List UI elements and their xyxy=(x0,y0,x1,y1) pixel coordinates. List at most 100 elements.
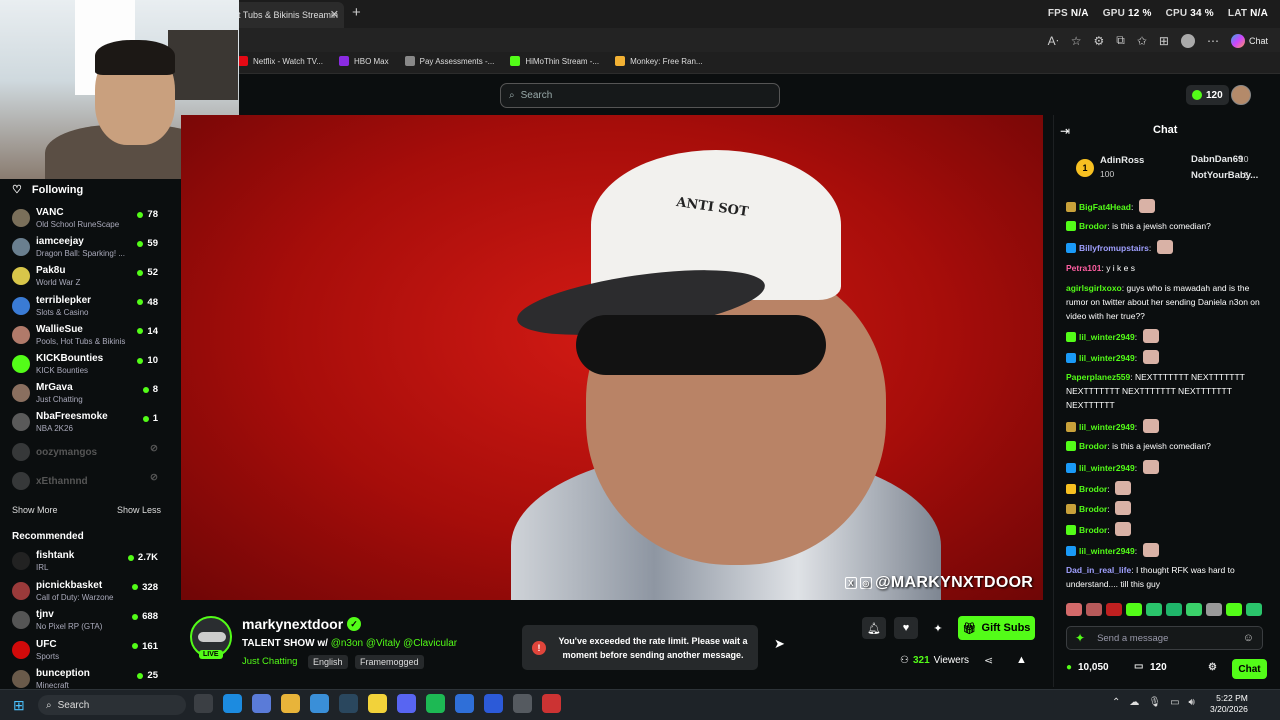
copilot-chat-button[interactable]: Chat xyxy=(1230,33,1268,48)
store-icon[interactable] xyxy=(310,694,329,713)
sidebar-channel[interactable]: tjnv No Pixel RP (GTA) 688 xyxy=(12,609,162,637)
report-icon[interactable]: ▲ xyxy=(1016,654,1027,666)
chat-username[interactable]: Brodor xyxy=(1079,221,1107,231)
show-less-button[interactable]: Show Less xyxy=(117,505,161,515)
sidebar-channel[interactable]: WallieSue Pools, Hot Tubs & Bikinis 14 xyxy=(12,324,162,352)
discord-icon[interactable] xyxy=(397,694,416,713)
notification-bell-button[interactable]: 🔔︎ xyxy=(862,617,886,639)
gift-subs-button[interactable]: 🎁︎ Gift Subs xyxy=(958,616,1035,640)
close-tab-icon[interactable]: ✕ xyxy=(330,8,339,21)
emote-icon[interactable] xyxy=(1186,603,1202,616)
chat-username[interactable]: Dad_in_real_life xyxy=(1066,565,1131,575)
category-link[interactable]: Just Chatting xyxy=(242,656,297,667)
follow-button[interactable]: ♥ xyxy=(894,617,918,639)
sidebar-channel[interactable]: oozymangos ⊘ xyxy=(12,441,162,469)
chat-username[interactable]: agirlsgirlxoxo xyxy=(1066,283,1122,293)
extensions-icon[interactable]: ⚙ xyxy=(1094,34,1105,48)
task-view-icon[interactable] xyxy=(194,694,213,713)
browser-tab[interactable]: t Tubs & Bikinis Streamin ✕ xyxy=(232,2,344,28)
bookmark-item[interactable]: Pay Assessments -... xyxy=(404,56,494,66)
chat-username[interactable]: lil_winter2949 xyxy=(1079,332,1135,342)
steam-icon[interactable] xyxy=(339,694,358,713)
sidebar-channel[interactable]: terriblepker Slots & Casino 48 xyxy=(12,295,162,323)
chat-username[interactable]: Billyfromupstairs xyxy=(1079,243,1149,253)
sidebar-channel[interactable]: Pak8u World War Z 52 xyxy=(12,265,162,293)
read-aloud-icon[interactable]: Aᐧ xyxy=(1048,34,1059,48)
sidebar-channel[interactable]: xEthannnd ⊘ xyxy=(12,470,162,498)
sidebar-channel[interactable]: UFC Sports 161 xyxy=(12,639,162,667)
chat-username[interactable]: Paperplanez559 xyxy=(1066,372,1130,382)
chat-username[interactable]: Brodor xyxy=(1079,525,1107,535)
stream-title-mentions[interactable]: @n3on @Vitaly @Clavicular xyxy=(331,638,457,649)
streamer-name[interactable]: markynextdoor xyxy=(242,616,343,632)
favorite-icon[interactable]: ☆ xyxy=(1071,34,1082,48)
bookmark-item[interactable]: HiMoThin Stream -... xyxy=(510,56,599,66)
show-more-button[interactable]: Show More xyxy=(12,505,58,515)
chat-username[interactable]: Brodor xyxy=(1079,441,1107,451)
file-explorer-icon[interactable] xyxy=(281,694,300,713)
sidebar-channel[interactable]: NbaFreesmoke NBA 2K26 1 xyxy=(12,411,162,439)
volume-icon[interactable]: 🔊︎ xyxy=(1189,697,1195,708)
collections-icon[interactable]: ⊞ xyxy=(1159,34,1169,48)
video-player[interactable]: ANTI SOT xyxy=(181,115,1043,600)
favorites-icon[interactable]: ✩ xyxy=(1137,34,1147,48)
tray-overflow-icon[interactable]: ⌃ xyxy=(1112,697,1120,708)
chat-username[interactable]: Petra101 xyxy=(1066,263,1101,273)
emote-icon[interactable] xyxy=(1106,603,1122,616)
taskbar-search[interactable]: ⌕ Search xyxy=(38,695,186,715)
mic-icon[interactable]: 🎙︎ xyxy=(1148,697,1161,708)
split-screen-icon[interactable]: ⧉ xyxy=(1116,33,1125,48)
chat-username[interactable]: lil_winter2949 xyxy=(1079,463,1135,473)
chat-username[interactable]: lil_winter2949 xyxy=(1079,353,1135,363)
emote-icon[interactable] xyxy=(1226,603,1242,616)
search-input[interactable]: ⌕ Search xyxy=(500,83,780,108)
sidebar-channel[interactable]: iamceejay Dragon Ball: Sparking! ... 59 xyxy=(12,236,162,264)
collapse-chat-icon[interactable]: ⇥ xyxy=(1060,124,1070,138)
bookmark-item[interactable]: HBO Max xyxy=(338,56,389,66)
onedrive-icon[interactable]: ☁ xyxy=(1129,697,1139,708)
bookmark-item[interactable]: Netflix - Watch TV... xyxy=(238,56,323,66)
spotify-icon[interactable] xyxy=(426,694,445,713)
tag-language[interactable]: English xyxy=(308,655,348,669)
taskbar-clock[interactable]: 5:22 PM 3/20/2026 xyxy=(1210,693,1248,715)
notes-icon[interactable] xyxy=(368,694,387,713)
bookmark-item[interactable]: Monkey: Free Ran... xyxy=(615,56,703,66)
chat-send-button[interactable]: Chat xyxy=(1232,659,1267,679)
malwarebytes-icon[interactable] xyxy=(484,694,503,713)
sidebar-channel[interactable]: MrGava Just Chatting 8 xyxy=(12,382,162,410)
sidebar-channel[interactable]: picnickbasket Call of Duty: Warzone 328 xyxy=(12,580,162,608)
chat-message-input[interactable]: ✦ Send a message ☺ xyxy=(1066,626,1263,650)
user-avatar[interactable] xyxy=(1231,85,1251,105)
emote-icon[interactable] xyxy=(1206,603,1222,616)
sidebar-channel[interactable]: KICKBounties KICK Bounties 10 xyxy=(12,353,162,381)
sidebar-channel[interactable]: fishtank IRL 2.7K xyxy=(12,550,162,578)
emote-icon[interactable] xyxy=(1066,603,1082,616)
emote-icon[interactable] xyxy=(1126,603,1142,616)
capture-icon[interactable] xyxy=(542,694,561,713)
chat-username[interactable]: lil_winter2949 xyxy=(1079,546,1135,556)
leaderboard-name-2[interactable]: DabnDan69 xyxy=(1191,154,1243,165)
new-tab-icon[interactable]: + xyxy=(352,4,361,21)
network-icon[interactable]: ▭ xyxy=(1170,697,1179,708)
share-icon[interactable]: ⋖ xyxy=(984,654,993,667)
chat-username[interactable]: Brodor xyxy=(1079,504,1107,514)
chat-username[interactable]: BigFat4Head xyxy=(1079,202,1131,212)
leaderboard-name-1[interactable]: AdinRoss xyxy=(1100,155,1144,166)
profile-avatar[interactable] xyxy=(1180,33,1195,48)
obs-icon[interactable] xyxy=(513,694,532,713)
more-icon[interactable]: ⋯ xyxy=(1207,34,1219,48)
tag-framemogged[interactable]: Framemogged xyxy=(355,655,424,669)
clip-button[interactable]: ✦ xyxy=(926,617,950,639)
emoji-icon[interactable]: ☺ xyxy=(1243,632,1254,644)
sparkle-icon[interactable]: ✦ xyxy=(1075,631,1085,645)
chat-username[interactable]: Brodor xyxy=(1079,484,1107,494)
emote-icon[interactable] xyxy=(1146,603,1162,616)
copilot-app-icon[interactable] xyxy=(252,694,271,713)
chat-settings-icon[interactable]: ⚙ xyxy=(1208,662,1217,673)
settings-app-icon[interactable] xyxy=(455,694,474,713)
windows-start-icon[interactable]: ⊞ xyxy=(13,697,25,714)
chat-username[interactable]: lil_winter2949 xyxy=(1079,422,1135,432)
emote-icon[interactable] xyxy=(1166,603,1182,616)
points-badge[interactable]: 120 xyxy=(1186,85,1229,105)
sidebar-channel[interactable]: VANC Old School RuneScape 78 xyxy=(12,207,162,235)
